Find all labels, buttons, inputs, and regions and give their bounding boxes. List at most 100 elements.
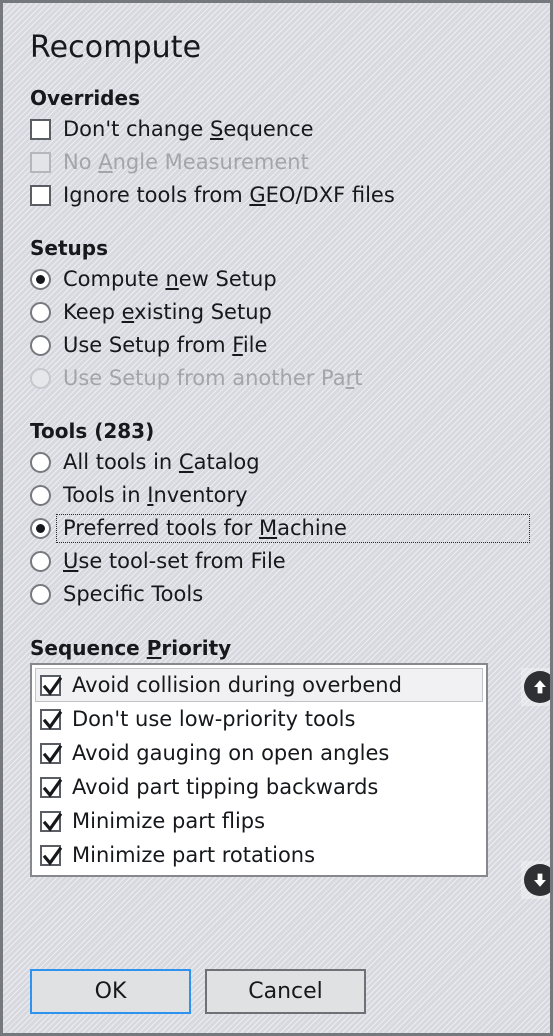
checkbox-avoid-part-tipping-backwards[interactable] bbox=[40, 776, 63, 798]
accel-key: C bbox=[178, 450, 194, 474]
radio-use-tool-set-from-file[interactable] bbox=[30, 551, 51, 572]
ok-button[interactable]: OK bbox=[30, 969, 191, 1014]
accel-key: S bbox=[209, 117, 224, 141]
radio-all-tools-in-catalog[interactable] bbox=[30, 452, 51, 473]
label-part-pre: No bbox=[63, 150, 99, 174]
checkbox-label-ignore-tools-geo-dxf: Ignore tools from GEO/DXF files bbox=[63, 185, 395, 206]
section-heading-overrides: Overrides bbox=[30, 87, 523, 109]
label-part-post: xisting Setup bbox=[134, 300, 272, 324]
label-part-pre: Don't change bbox=[63, 117, 210, 141]
checkbox-row-dont-change-sequence[interactable]: Don't change Sequence bbox=[30, 113, 523, 146]
radio-row-use-tool-set-from-file[interactable]: Use tool-set from File bbox=[30, 545, 523, 578]
radio-row-preferred-tools-for-machine[interactable]: Preferred tools for Machine bbox=[30, 512, 530, 545]
accel-key: A bbox=[98, 150, 113, 174]
radio-label-tools-in-inventory: Tools in Inventory bbox=[63, 485, 248, 506]
accel-key: n bbox=[165, 267, 179, 291]
list-item[interactable]: Avoid collision during overbend bbox=[35, 668, 483, 702]
checkbox-minimize-part-flips[interactable] bbox=[40, 810, 63, 832]
checkbox-row-ignore-tools-geo-dxf[interactable]: Ignore tools from GEO/DXF files bbox=[30, 179, 523, 212]
radio-label-all-tools-in-catalog: All tools in Catalog bbox=[63, 452, 260, 473]
radio-row-keep-existing-setup[interactable]: Keep existing Setup bbox=[30, 296, 523, 329]
radio-row-use-setup-from-another-part: Use Setup from another Part bbox=[30, 362, 523, 395]
move-up-button[interactable] bbox=[521, 668, 550, 706]
accel-key: P bbox=[146, 636, 162, 660]
label-part-pre: Tools in bbox=[63, 483, 148, 507]
radio-label-use-setup-from-another-part: Use Setup from another Part bbox=[63, 368, 363, 389]
label-part-pre: All tools in bbox=[63, 450, 179, 474]
list-item[interactable]: Minimize part flips bbox=[35, 804, 483, 838]
radio-tools-in-inventory[interactable] bbox=[30, 485, 51, 506]
accel-key: F bbox=[232, 333, 243, 357]
radio-label-keep-existing-setup: Keep existing Setup bbox=[63, 302, 272, 323]
label-part-pre: Use Setup from bbox=[63, 333, 233, 357]
list-item-label: Don't use low-priority tools bbox=[72, 706, 356, 731]
checkbox-avoid-collision-during-overbend[interactable] bbox=[40, 674, 63, 696]
label-part-pre: Compute bbox=[63, 267, 166, 291]
radio-use-setup-from-file[interactable] bbox=[30, 335, 51, 356]
checkbox-dont-use-low-priority-tools[interactable] bbox=[40, 708, 63, 730]
label-part-post: ew Setup bbox=[178, 267, 277, 291]
accel-key: e bbox=[121, 300, 135, 324]
label-part-pre: Sequence bbox=[30, 636, 147, 660]
radio-label-compute-new-setup: Compute new Setup bbox=[63, 269, 277, 290]
label-part-post: riority bbox=[161, 636, 232, 660]
move-down-button[interactable] bbox=[521, 861, 550, 899]
radio-row-all-tools-in-catalog[interactable]: All tools in Catalog bbox=[30, 446, 523, 479]
list-item[interactable]: Minimize part rotations bbox=[35, 838, 483, 872]
accel-key: G bbox=[249, 183, 266, 207]
label-part-pre: Specific Tools bbox=[63, 582, 204, 606]
list-item[interactable]: Avoid part tipping backwards bbox=[35, 770, 483, 804]
radio-specific-tools[interactable] bbox=[30, 584, 51, 605]
setups-heading-text: Setups bbox=[30, 236, 108, 260]
checkbox-minimize-part-rotations[interactable] bbox=[40, 844, 63, 866]
label-part-post: equence bbox=[223, 117, 314, 141]
list-item-label: Minimize part flips bbox=[72, 808, 266, 833]
checkbox-avoid-gauging-on-open-angles[interactable] bbox=[40, 742, 63, 764]
checkbox-no-angle-measurement bbox=[30, 152, 51, 173]
list-item-label: Avoid gauging on open angles bbox=[72, 740, 390, 765]
radio-preferred-tools-for-machine[interactable] bbox=[30, 518, 51, 539]
list-item-label: Avoid collision during overbend bbox=[72, 672, 402, 697]
arrow-up-icon bbox=[524, 671, 550, 703]
list-item[interactable]: Avoid gauging on open angles bbox=[35, 736, 483, 770]
accel-key: U bbox=[63, 549, 79, 573]
recompute-dialog: Recompute Overrides Don't change Sequenc… bbox=[0, 0, 553, 1036]
label-part-pre: Use Setup from another Pa bbox=[63, 366, 346, 390]
label-part-post: achine bbox=[277, 516, 347, 540]
accel-key: M bbox=[259, 516, 278, 540]
label-part-post: EO/DXF files bbox=[265, 183, 395, 207]
radio-compute-new-setup[interactable] bbox=[30, 269, 51, 290]
label-part-post: ile bbox=[242, 333, 268, 357]
radio-row-compute-new-setup[interactable]: Compute new Setup bbox=[30, 263, 523, 296]
label-part-post: ngle Measurement bbox=[112, 150, 309, 174]
checkbox-row-no-angle-measurement: No Angle Measurement bbox=[30, 146, 523, 179]
radio-label-specific-tools: Specific Tools bbox=[63, 584, 203, 605]
label-part-pre: Preferred tools for bbox=[63, 516, 259, 540]
dialog-button-bar: OK Cancel bbox=[30, 969, 366, 1014]
accel-key: r bbox=[345, 366, 355, 390]
checkbox-ignore-tools-geo-dxf[interactable] bbox=[30, 185, 51, 206]
list-item-label: Avoid part tipping backwards bbox=[72, 774, 379, 799]
page-title: Recompute bbox=[30, 30, 202, 65]
radio-row-specific-tools[interactable]: Specific Tools bbox=[30, 578, 523, 611]
checkbox-label-no-angle-measurement: No Angle Measurement bbox=[63, 152, 309, 173]
checkbox-label-dont-change-sequence: Don't change Sequence bbox=[63, 119, 314, 140]
checkbox-dont-change-sequence[interactable] bbox=[30, 119, 51, 140]
radio-keep-existing-setup[interactable] bbox=[30, 302, 51, 323]
tools-heading-text: Tools (283) bbox=[30, 419, 155, 443]
overrides-heading-text: Overrides bbox=[30, 86, 140, 110]
radio-row-use-setup-from-file[interactable]: Use Setup from File bbox=[30, 329, 523, 362]
radio-label-preferred-tools-for-machine: Preferred tools for Machine bbox=[63, 518, 347, 539]
section-heading-sequence-priority: Sequence Priority bbox=[30, 637, 523, 659]
section-heading-setups: Setups bbox=[30, 237, 523, 259]
label-part-post: nventory bbox=[153, 483, 248, 507]
label-part-post: atalog bbox=[193, 450, 260, 474]
arrow-down-icon bbox=[524, 864, 550, 896]
sequence-priority-list[interactable]: Avoid collision during overbend Don't us… bbox=[30, 663, 488, 877]
cancel-button[interactable]: Cancel bbox=[205, 969, 366, 1014]
list-item-label: Minimize part rotations bbox=[72, 842, 316, 867]
radio-label-use-setup-from-file: Use Setup from File bbox=[63, 335, 267, 356]
radio-row-tools-in-inventory[interactable]: Tools in Inventory bbox=[30, 479, 523, 512]
list-item[interactable]: Don't use low-priority tools bbox=[35, 702, 483, 736]
label-part-pre: Ignore tools from bbox=[63, 183, 250, 207]
